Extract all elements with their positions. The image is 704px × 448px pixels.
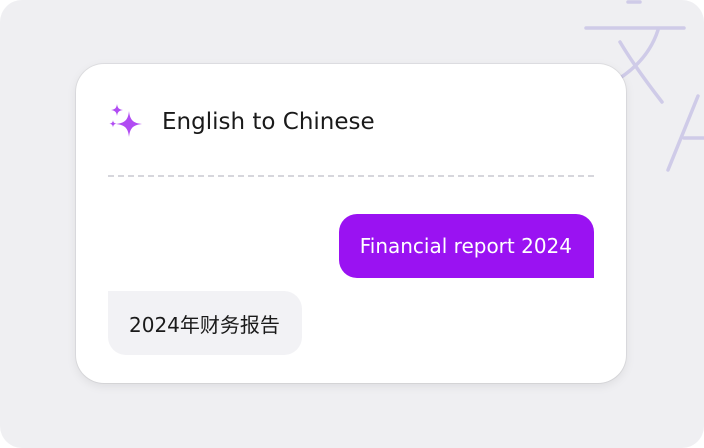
user-message-text: Financial report 2024 bbox=[359, 234, 572, 258]
card-title: English to Chinese bbox=[162, 109, 375, 135]
divider bbox=[108, 175, 594, 177]
user-message-bubble: Financial report 2024 bbox=[338, 214, 594, 278]
translation-card: English to Chinese Financial report 2024… bbox=[76, 64, 626, 383]
translation-message-text: 2024年财务报告 bbox=[129, 312, 280, 337]
translation-message-bubble: 2024年财务报告 bbox=[108, 291, 302, 355]
card-header: English to Chinese bbox=[108, 102, 375, 142]
app-frame: English to Chinese Financial report 2024… bbox=[0, 0, 704, 448]
sparkle-icon bbox=[109, 104, 142, 137]
